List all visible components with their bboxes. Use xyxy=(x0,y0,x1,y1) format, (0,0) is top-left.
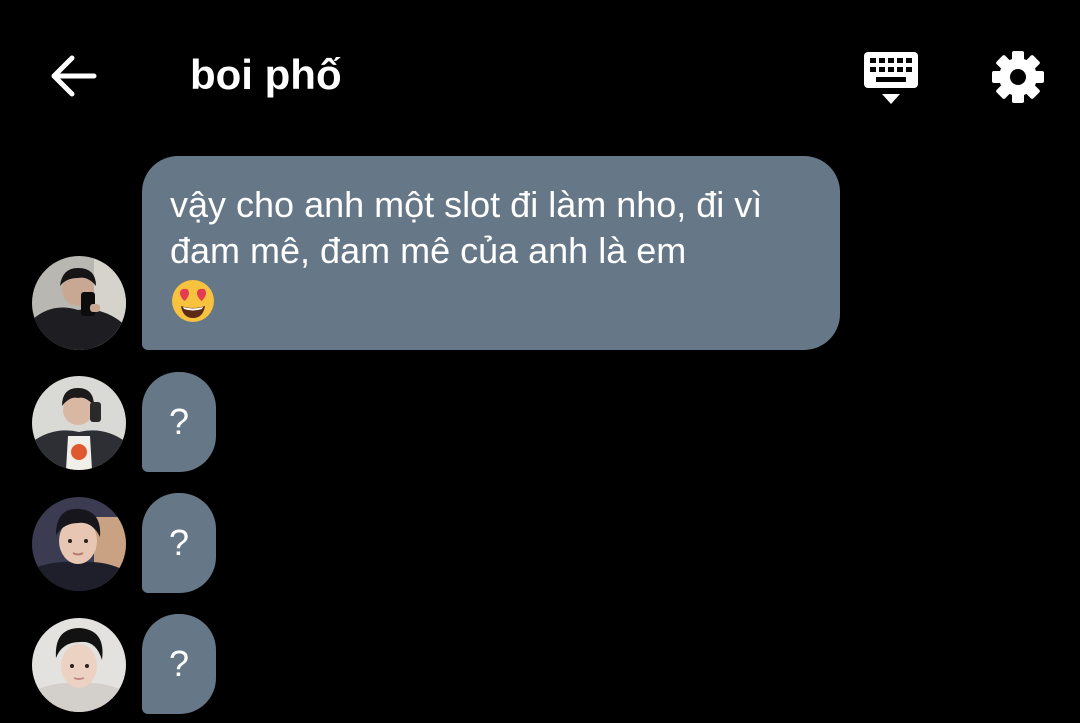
message-row: ? xyxy=(0,493,1080,593)
message-row: vậy cho anh một slot đi làm nho, đi vì đ… xyxy=(0,156,1080,352)
message-bubble[interactable]: ? xyxy=(142,614,216,714)
message-bubble[interactable]: ? xyxy=(142,372,216,472)
message-text: ? xyxy=(168,643,190,684)
avatar[interactable] xyxy=(32,256,126,350)
avatar[interactable] xyxy=(32,497,126,591)
avatar[interactable] xyxy=(32,376,126,470)
avatar-photo xyxy=(32,618,126,712)
message-row: ? xyxy=(0,614,1080,714)
avatar[interactable] xyxy=(32,618,126,712)
settings-button[interactable] xyxy=(985,46,1051,112)
message-row: ? xyxy=(0,372,1080,472)
message-text: ? xyxy=(168,401,190,442)
arrow-left-icon xyxy=(51,55,97,97)
top-bar: boi phố xyxy=(0,0,1080,150)
keyboard-toggle-button[interactable] xyxy=(858,46,924,112)
message-bubble[interactable]: vậy cho anh một slot đi làm nho, đi vì đ… xyxy=(142,156,840,350)
smiling-face-heart-eyes-icon xyxy=(170,278,216,335)
message-text: ? xyxy=(168,522,190,563)
back-button[interactable] xyxy=(40,45,108,107)
message-text: vậy cho anh một slot đi làm nho, đi vì đ… xyxy=(170,184,763,271)
message-bubble[interactable]: ? xyxy=(142,493,216,593)
keyboard-hide-icon xyxy=(864,52,918,104)
avatar-photo xyxy=(32,376,126,470)
avatar-photo xyxy=(32,497,126,591)
chat-title: boi phố xyxy=(190,51,342,98)
avatar-photo xyxy=(32,256,126,350)
gear-icon xyxy=(992,51,1044,103)
